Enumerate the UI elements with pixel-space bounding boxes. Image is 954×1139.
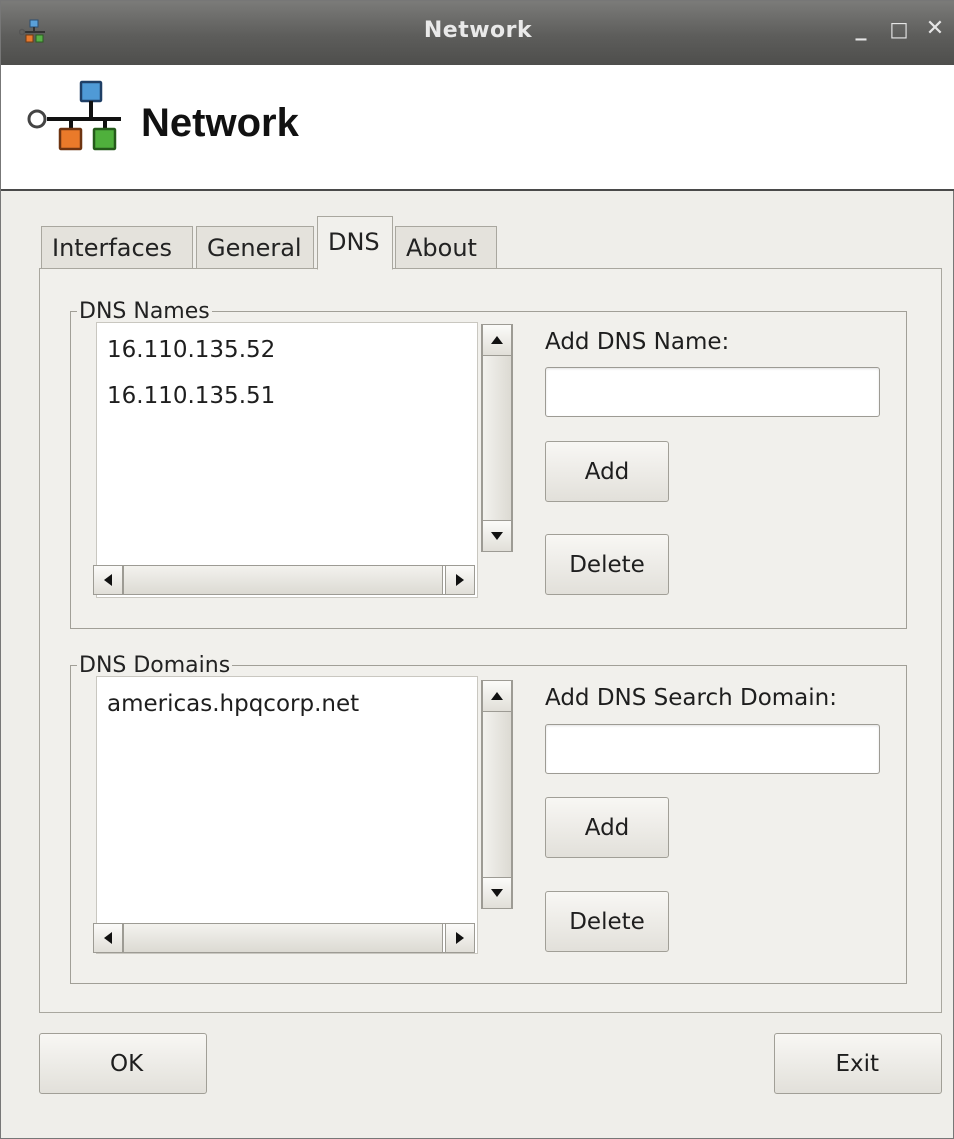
arrow-up-icon[interactable] [482, 680, 512, 712]
dns-tab-panel: DNS Names 16.110.135.52 16.110.135.51 Ad… [39, 268, 942, 1013]
scroll-thumb[interactable] [482, 711, 512, 878]
delete-dns-name-button[interactable]: Delete [545, 534, 669, 595]
tab-general[interactable]: General [196, 226, 314, 270]
list-item[interactable]: 16.110.135.52 [107, 337, 275, 363]
arrow-left-icon[interactable] [93, 923, 123, 953]
exit-button[interactable]: Exit [774, 1033, 942, 1094]
list-item[interactable]: americas.hpqcorp.net [107, 691, 359, 717]
tab-interfaces[interactable]: Interfaces [41, 226, 193, 270]
dns-name-input[interactable] [545, 367, 880, 417]
dns-search-domain-input[interactable] [545, 724, 880, 774]
dns-domains-legend: DNS Domains [79, 653, 231, 678]
network-window: Network _ □ ✕ Network Interfaces General… [0, 0, 954, 1139]
window-title: Network [423, 18, 533, 43]
title-bar[interactable]: Network _ □ ✕ [1, 1, 954, 65]
scroll-thumb[interactable] [482, 355, 512, 521]
header: Network [1, 65, 954, 191]
arrow-up-icon[interactable] [482, 324, 512, 356]
page-title: Network [141, 101, 299, 145]
add-dns-search-domain-button[interactable]: Add [545, 797, 669, 858]
dns-names-legend: DNS Names [79, 299, 210, 324]
dns-names-vertical-scrollbar[interactable] [481, 324, 513, 552]
close-button[interactable]: ✕ [921, 15, 949, 43]
dns-domains-vertical-scrollbar[interactable] [481, 680, 513, 909]
dns-names-list[interactable]: 16.110.135.52 16.110.135.51 [96, 322, 478, 598]
scroll-thumb[interactable] [123, 923, 443, 953]
arrow-left-icon[interactable] [93, 565, 123, 595]
dns-names-horizontal-scrollbar[interactable] [93, 565, 475, 595]
ok-button[interactable]: OK [39, 1033, 207, 1094]
tab-about[interactable]: About [395, 226, 497, 270]
network-icon [25, 79, 129, 169]
add-dns-name-button[interactable]: Add [545, 441, 669, 502]
delete-dns-search-domain-button[interactable]: Delete [545, 891, 669, 952]
arrow-down-icon[interactable] [482, 520, 512, 552]
dns-domains-horizontal-scrollbar[interactable] [93, 923, 475, 953]
add-dns-name-label: Add DNS Name: [545, 329, 730, 355]
arrow-down-icon[interactable] [482, 877, 512, 909]
scroll-thumb[interactable] [123, 565, 443, 595]
tab-dns[interactable]: DNS [317, 216, 393, 270]
add-dns-search-domain-label: Add DNS Search Domain: [545, 685, 837, 711]
dns-domains-list[interactable]: americas.hpqcorp.net [96, 676, 478, 954]
maximize-button[interactable]: □ [885, 15, 913, 43]
arrow-right-icon[interactable] [445, 565, 475, 595]
list-item[interactable]: 16.110.135.51 [107, 383, 275, 409]
arrow-right-icon[interactable] [445, 923, 475, 953]
minimize-button[interactable]: _ [847, 15, 875, 43]
